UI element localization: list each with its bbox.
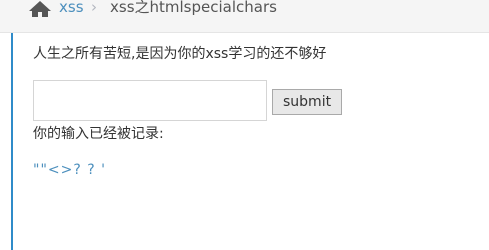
echo-output: ""<>? ? ' bbox=[33, 162, 106, 178]
main-content: 人生之所有苦短,是因为你的xss学习的还不够好 submit 你的输入已经被记录… bbox=[33, 44, 489, 178]
left-accent-rule bbox=[11, 33, 13, 250]
logged-label: 你的输入已经被记录: bbox=[33, 126, 164, 142]
breadcrumb: xss › xss之htmlspecialchars bbox=[0, 0, 489, 33]
breadcrumb-separator: › bbox=[91, 0, 97, 16]
submit-button[interactable]: submit bbox=[272, 89, 343, 115]
breadcrumb-current-page: xss之htmlspecialchars bbox=[110, 0, 277, 16]
page: xss › xss之htmlspecialchars 人生之所有苦短,是因为你的… bbox=[0, 0, 489, 250]
message-input[interactable] bbox=[33, 80, 267, 121]
breadcrumb-link-xss[interactable]: xss bbox=[59, 0, 84, 17]
xss-form: submit bbox=[33, 80, 343, 121]
home-icon[interactable] bbox=[29, 0, 51, 18]
page-tagline: 人生之所有苦短,是因为你的xss学习的还不够好 bbox=[33, 46, 327, 62]
